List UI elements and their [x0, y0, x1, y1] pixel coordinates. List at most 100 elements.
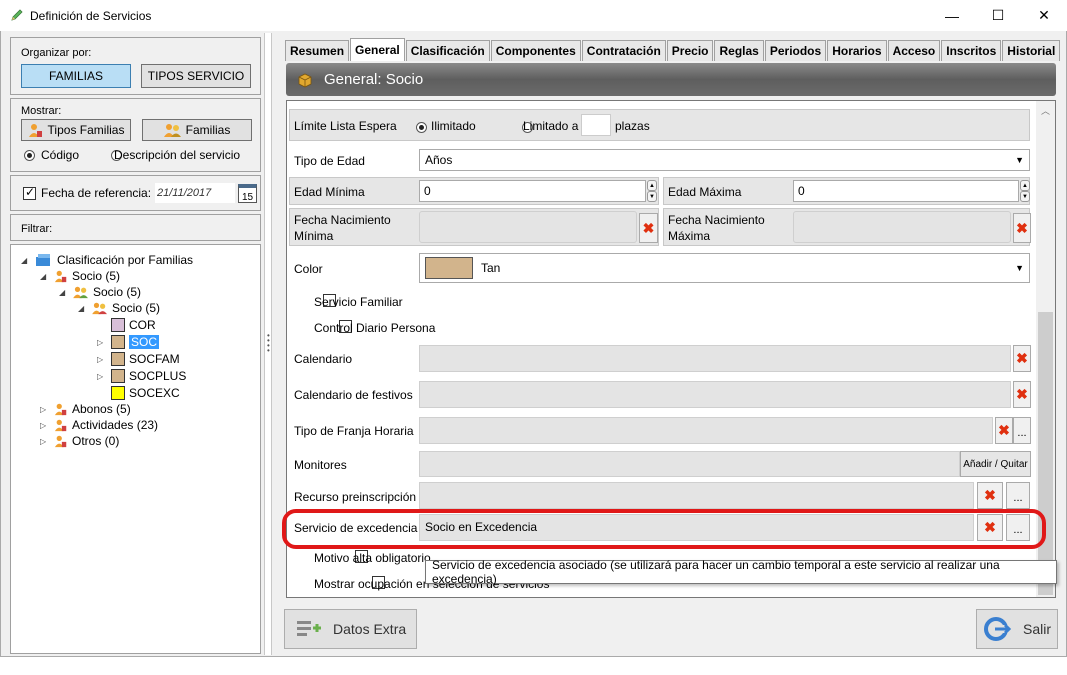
min-age-spinner[interactable]: ▲ ▼ — [647, 180, 657, 202]
bottom-background — [0, 657, 1067, 675]
excedencia-tooltip: Servicio de excedencia asociado (se util… — [425, 558, 1057, 586]
expand-right-icon: ▷ — [97, 354, 104, 364]
tree-label-socplus: SOCPLUS — [129, 369, 187, 383]
tree-label-otros: Otros (0) — [72, 434, 120, 448]
max-age-input[interactable]: 0 — [793, 180, 1019, 202]
scroll-up-icon[interactable]: ︿ — [1041, 104, 1050, 117]
tree-node-cor[interactable]: COR — [97, 318, 156, 332]
holiday-calendar-input[interactable] — [419, 381, 1011, 408]
color-swatch — [425, 257, 473, 279]
tab-componentes[interactable]: Componentes — [490, 40, 581, 61]
clear-calendar-icon[interactable]: ✖ — [1013, 345, 1031, 372]
tab-periodos[interactable]: Periodos — [764, 40, 827, 61]
birth-max-input[interactable] — [793, 211, 1011, 243]
pre-registration-resource-input[interactable] — [419, 482, 974, 509]
service-box-icon — [298, 73, 312, 87]
limit-waitlist-label: Límite Lista Espera — [294, 119, 397, 133]
dropdown-arrow-icon: ▼ — [1015, 263, 1024, 273]
age-type-select[interactable]: Años ▼ — [419, 149, 1030, 171]
min-age-input[interactable]: 0 — [419, 180, 646, 202]
person-icon — [54, 270, 67, 283]
title-bar: Definición de Servicios — ☐ ✕ — [0, 0, 1067, 31]
tree-node-otros[interactable]: ▷ Otros (0) — [40, 434, 119, 448]
dropdown-arrow-icon: ▼ — [1015, 155, 1024, 165]
birth-min-input[interactable] — [419, 211, 637, 243]
calendar-label: Calendario — [294, 352, 353, 366]
tree-label-soc: SOC — [129, 335, 160, 349]
tab-general[interactable]: General — [350, 38, 405, 61]
tab-horarios[interactable]: Horarios — [827, 40, 887, 61]
scrollbar-thumb[interactable] — [1038, 312, 1053, 595]
tree-node-soc[interactable]: ▷ SOC — [97, 335, 160, 349]
ilimitado-radio[interactable] — [416, 122, 427, 133]
reference-date-label: Fecha de referencia: — [41, 186, 152, 200]
tree-node-socplus[interactable]: ▷ SOCPLUS — [97, 369, 186, 383]
birth-min-label-2: Mínima — [294, 229, 334, 243]
classification-icon — [36, 254, 50, 266]
expand-down-icon: ◢ — [59, 287, 66, 297]
plazas-label: plazas — [615, 119, 650, 133]
tree-label-socio-3: Socio (5) — [112, 301, 161, 315]
color-select[interactable]: Tan ▼ — [419, 253, 1030, 283]
tab-acceso[interactable]: Acceso — [887, 40, 941, 61]
familias-toggle-button[interactable]: FAMILIAS — [21, 64, 131, 88]
splitter-grip-icon: • • • • — [267, 331, 270, 355]
salir-button[interactable]: Salir — [976, 609, 1058, 649]
calendar-icon[interactable]: 15 — [238, 184, 257, 203]
expand-right-icon: ▷ — [40, 404, 47, 414]
tree-label-socfam: SOCFAM — [129, 352, 180, 366]
person-icon — [54, 419, 67, 432]
clear-birth-max-icon[interactable]: ✖ — [1013, 213, 1031, 243]
reference-date-input[interactable]: 21/11/2017 — [155, 183, 235, 203]
clear-time-slot-icon[interactable]: ✖ — [995, 417, 1013, 444]
person-icon — [28, 124, 42, 137]
tab-resumen[interactable]: Resumen — [285, 40, 350, 61]
birth-max-label-1: Fecha Nacimiento — [668, 213, 765, 227]
tree-node-socexc[interactable]: SOCEXC — [97, 386, 180, 400]
descripcion-label: Descripción del servicio — [114, 148, 241, 162]
familias-button[interactable]: Familias — [142, 119, 252, 141]
tab-historial[interactable]: Historial — [1002, 40, 1061, 61]
tree-node-root[interactable]: ◢ Clasificación por Familias — [21, 253, 193, 267]
section-title: General: Socio — [324, 71, 424, 88]
tab-contratacion[interactable]: Contratación — [581, 40, 666, 61]
clear-holiday-calendar-icon[interactable]: ✖ — [1013, 381, 1031, 408]
maximize-button[interactable]: ☐ — [975, 0, 1021, 31]
tipos-servicio-toggle-button[interactable]: TIPOS SERVICIO — [141, 64, 251, 88]
panel-splitter[interactable]: • • • • — [264, 33, 272, 655]
tree-node-socio-1[interactable]: ◢ Socio (5) — [40, 269, 120, 283]
reference-date-checkbox[interactable] — [23, 185, 36, 200]
exit-icon — [984, 617, 1012, 641]
tab-reglas[interactable]: Reglas — [714, 40, 764, 61]
browse-time-slot-button[interactable]: ... — [1013, 417, 1031, 444]
tab-inscritos[interactable]: Inscritos — [941, 40, 1002, 61]
minimize-button[interactable]: — — [929, 0, 975, 31]
tab-precio[interactable]: Precio — [666, 40, 714, 61]
family-icon — [163, 124, 181, 137]
tab-clasificacion[interactable]: Clasificación — [405, 40, 490, 61]
tree-node-abonos[interactable]: ▷ Abonos (5) — [40, 402, 131, 416]
plazas-input[interactable] — [581, 114, 611, 136]
max-age-spinner[interactable]: ▲ ▼ — [1020, 180, 1030, 202]
tipos-familias-button[interactable]: Tipos Familias — [21, 119, 131, 141]
holiday-calendar-label: Calendario de festivos — [294, 388, 413, 402]
close-button[interactable]: ✕ — [1021, 0, 1067, 31]
tree-node-socio-2[interactable]: ◢ Socio (5) — [59, 285, 141, 299]
datos-extra-button[interactable]: Datos Extra — [284, 609, 417, 649]
servicio-familiar-label: Servicio Familiar — [314, 295, 403, 309]
clear-birth-min-icon[interactable]: ✖ — [639, 213, 658, 243]
tree-node-socfam[interactable]: ▷ SOCFAM — [97, 352, 180, 366]
codigo-radio[interactable] — [24, 150, 35, 161]
tree-label-socexc: SOCEXC — [129, 386, 180, 400]
organize-label: Organizar por: — [21, 47, 92, 59]
filter-panel: Filtrar: — [10, 214, 261, 241]
time-slot-type-input[interactable] — [419, 417, 993, 444]
browse-pre-registration-button[interactable]: ... — [1006, 482, 1030, 509]
clear-pre-registration-icon[interactable]: ✖ — [977, 482, 1003, 509]
calendar-input[interactable] — [419, 345, 1011, 372]
filter-label: Filtrar: — [21, 223, 53, 235]
tree-node-socio-3[interactable]: ◢ Socio (5) — [78, 301, 160, 315]
add-remove-monitors-button[interactable]: Añadir / Quitar — [960, 451, 1031, 477]
tree-node-actividades[interactable]: ▷ Actividades (23) — [40, 418, 158, 432]
salir-label: Salir — [1023, 621, 1052, 637]
